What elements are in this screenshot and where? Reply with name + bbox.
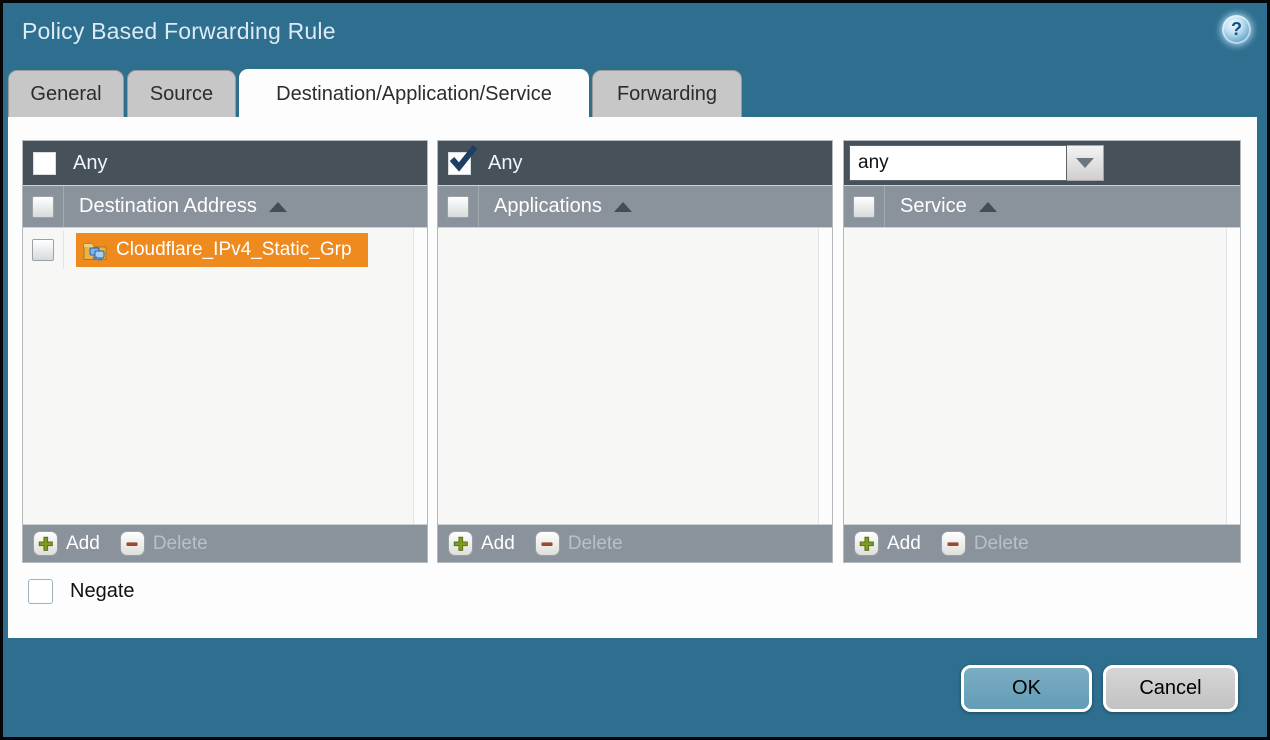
sort-asc-icon <box>614 202 632 212</box>
address-group-name: Cloudflare_IPv4_Static_Grp <box>116 239 352 261</box>
add-button[interactable]: Add <box>854 531 921 556</box>
destination-address-list: Cloudflare_IPv4_Static_Grp <box>23 228 427 524</box>
service-panel: any Service <box>843 140 1241 563</box>
service-dropdown[interactable]: any <box>849 145 1104 181</box>
scrollbar-track <box>818 228 832 524</box>
applications-list <box>438 228 832 524</box>
destination-address-panel: Any Destination Address <box>22 140 428 563</box>
delete-button-label: Delete <box>568 533 623 555</box>
address-group-entry[interactable]: Cloudflare_IPv4_Static_Grp <box>76 233 368 267</box>
negate-checkbox[interactable] <box>28 579 53 604</box>
delete-icon <box>535 531 560 556</box>
delete-button[interactable]: Delete <box>120 531 208 556</box>
add-button-label: Add <box>887 533 921 555</box>
address-group-icon <box>83 239 108 261</box>
delete-button-label: Delete <box>974 533 1029 555</box>
help-icon[interactable]: ? <box>1222 15 1251 44</box>
destination-select-all-cell <box>23 186 64 227</box>
add-button-label: Add <box>481 533 515 555</box>
service-dropdown-value[interactable]: any <box>849 145 1067 181</box>
help-icon-glyph: ? <box>1231 19 1242 40</box>
add-button[interactable]: Add <box>33 531 100 556</box>
tab-destination-application-service[interactable]: Destination/Application/Service <box>239 69 589 119</box>
tab-source[interactable]: Source <box>127 70 236 118</box>
add-icon <box>33 531 58 556</box>
applications-select-all-cell <box>438 186 479 227</box>
policy-based-forwarding-rule-dialog: Policy Based Forwarding Rule ? General S… <box>0 0 1270 740</box>
add-button-label: Add <box>66 533 100 555</box>
service-select-all-checkbox[interactable] <box>853 196 875 218</box>
applications-any-label: Any <box>488 152 522 175</box>
delete-icon <box>120 531 145 556</box>
delete-button[interactable]: Delete <box>535 531 623 556</box>
add-button[interactable]: Add <box>448 531 515 556</box>
service-select-all-cell <box>844 186 885 227</box>
destination-any-checkbox[interactable] <box>33 152 56 175</box>
service-header-label: Service <box>900 195 967 218</box>
table-row[interactable]: Cloudflare_IPv4_Static_Grp <box>23 231 427 269</box>
applications-header-label: Applications <box>494 195 602 218</box>
destination-select-all-checkbox[interactable] <box>32 196 54 218</box>
tab-general[interactable]: General <box>8 70 124 118</box>
scrollbar-track <box>1226 228 1240 524</box>
destination-any-bar: Any <box>23 141 427 185</box>
applications-any-checkbox[interactable] <box>448 152 471 175</box>
negate-label: Negate <box>70 580 135 603</box>
ok-button[interactable]: OK <box>961 665 1092 712</box>
add-icon <box>448 531 473 556</box>
applications-select-all-checkbox[interactable] <box>447 196 469 218</box>
delete-button-label: Delete <box>153 533 208 555</box>
applications-column-header[interactable]: Applications <box>438 185 832 228</box>
scrollbar-track <box>413 228 427 524</box>
destination-any-label: Any <box>73 152 107 175</box>
tab-bar: General Source Destination/Application/S… <box>8 69 742 118</box>
dropdown-button[interactable] <box>1067 145 1104 181</box>
service-list <box>844 228 1240 524</box>
destination-address-header-label: Destination Address <box>79 195 257 218</box>
tab-forwarding[interactable]: Forwarding <box>592 70 742 118</box>
row-checkbox[interactable] <box>32 239 54 261</box>
row-checkbox-cell <box>23 231 64 269</box>
service-column-header[interactable]: Service <box>844 185 1240 228</box>
applications-any-bar: Any <box>438 141 832 185</box>
add-icon <box>854 531 879 556</box>
negate-option: Negate <box>28 579 135 604</box>
chevron-down-icon <box>1076 158 1094 168</box>
service-footer-bar: Add Delete <box>844 524 1240 562</box>
sort-asc-icon <box>269 202 287 212</box>
delete-icon <box>941 531 966 556</box>
delete-button[interactable]: Delete <box>941 531 1029 556</box>
applications-panel: Any Applications Add <box>437 140 833 563</box>
tab-content-panel: Any Destination Address <box>8 117 1257 638</box>
dialog-title: Policy Based Forwarding Rule <box>22 18 336 45</box>
service-dropdown-bar: any <box>844 141 1240 185</box>
destination-footer-bar: Add Delete <box>23 524 427 562</box>
applications-footer-bar: Add Delete <box>438 524 832 562</box>
destination-address-column-header[interactable]: Destination Address <box>23 185 427 228</box>
cancel-button[interactable]: Cancel <box>1103 665 1238 712</box>
sort-asc-icon <box>979 202 997 212</box>
